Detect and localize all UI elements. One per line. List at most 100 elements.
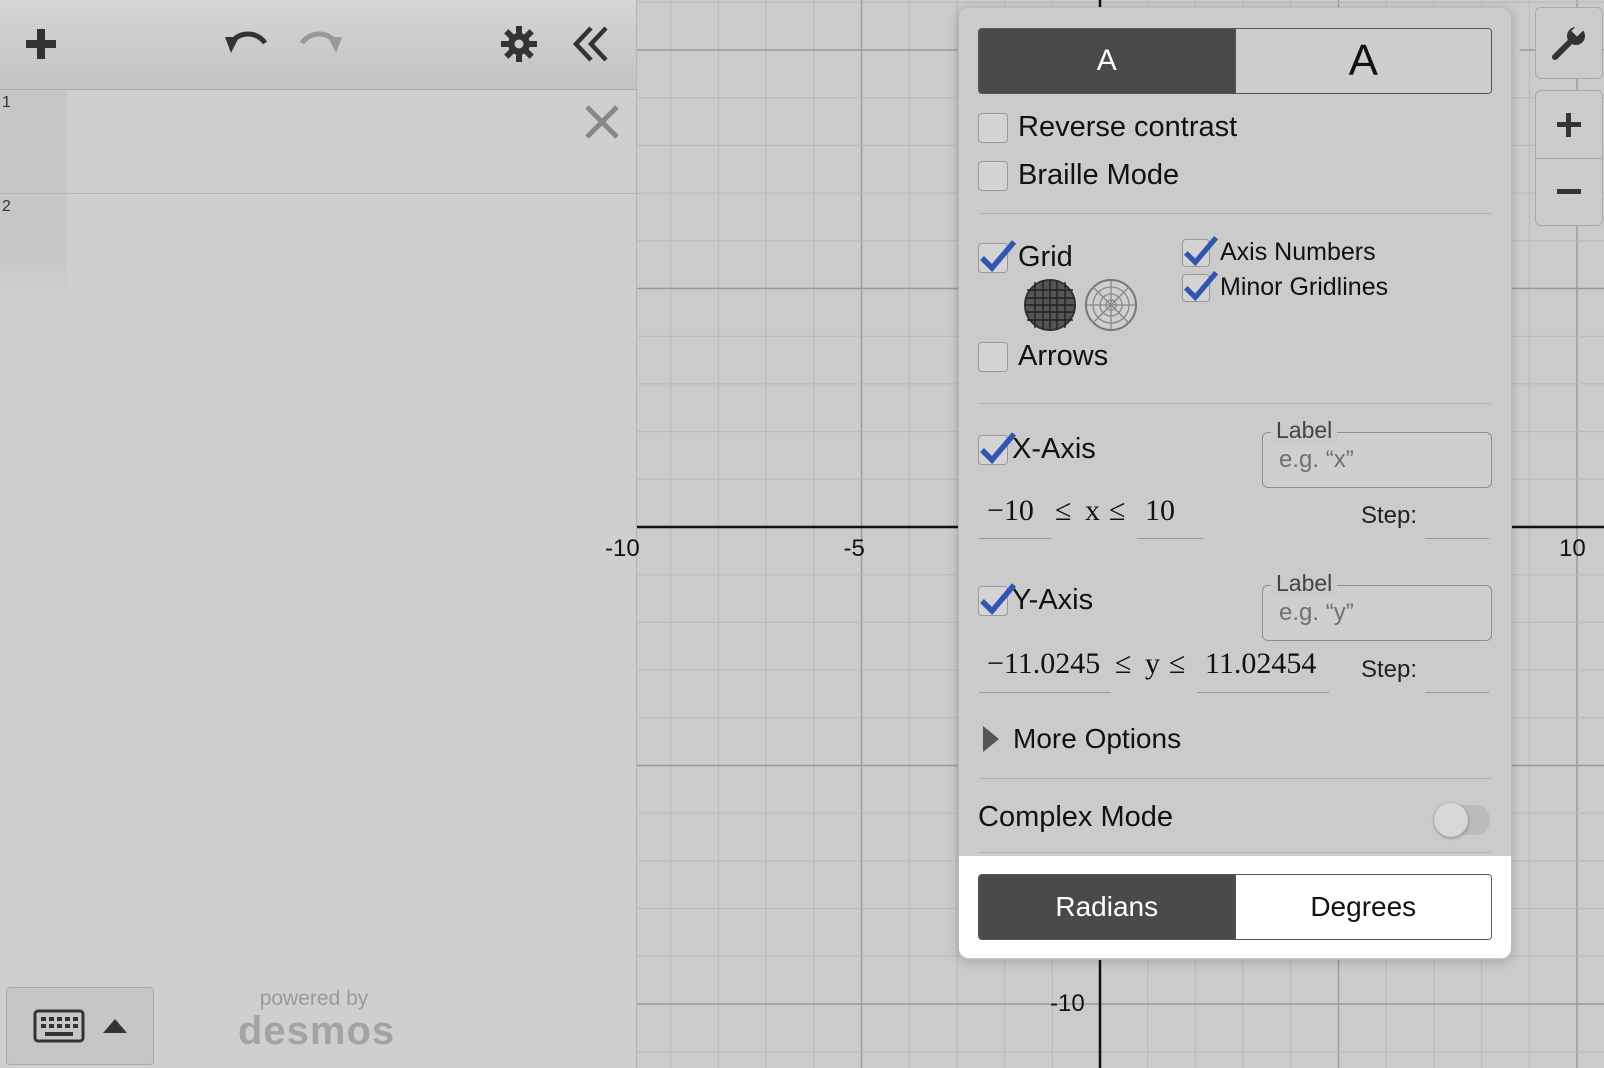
y-axis-label: Y-Axis	[1012, 584, 1094, 616]
x-axis-checkbox[interactable]: X-Axis	[978, 431, 1096, 466]
y-variable: y	[1145, 647, 1160, 680]
check-icon	[980, 431, 1017, 464]
leq-symbol: ≤	[1169, 647, 1186, 680]
y-axis-label-legend: Label	[1271, 570, 1338, 597]
expression-panel: 1 2 powered by desmos	[0, 0, 637, 1068]
expression-number: 2	[2, 198, 11, 215]
zoom-out-button[interactable]	[1536, 158, 1602, 225]
more-options-label: More Options	[1013, 723, 1182, 754]
powered-by-text: powered by	[259, 987, 369, 1010]
x-max-underline	[1137, 538, 1203, 539]
collapse-panel-button[interactable]	[565, 18, 617, 70]
x-step-label: Step:	[1361, 502, 1418, 529]
keyboard-icon	[33, 1009, 85, 1043]
graph-settings-button[interactable]	[1535, 7, 1603, 79]
check-icon	[980, 582, 1017, 615]
checkbox-box	[1182, 235, 1219, 267]
radians-option[interactable]: Radians	[979, 875, 1235, 939]
plus-icon	[26, 29, 56, 59]
caret-right-icon	[983, 726, 999, 752]
y-tick-label: -10	[1050, 990, 1085, 1017]
y-max-value[interactable]: 11.02454	[1205, 647, 1316, 681]
expression-toolbar	[0, 0, 636, 90]
cartesian-grid-icon[interactable]	[1023, 278, 1077, 332]
gear-icon	[501, 26, 537, 62]
plus-icon	[1557, 112, 1581, 137]
angle-mode-area: Radians Degrees	[959, 856, 1511, 958]
checkbox-box	[978, 431, 1017, 465]
text-size-toggle: A A	[978, 28, 1492, 94]
expression-input[interactable]	[67, 90, 636, 193]
expression-number: 1	[2, 94, 11, 111]
minor-gridlines-checkbox[interactable]: Minor Gridlines	[1182, 270, 1389, 302]
arrows-label: Arrows	[1018, 340, 1109, 372]
degrees-option[interactable]: Degrees	[1235, 875, 1491, 939]
small-text-option[interactable]: A	[979, 29, 1235, 93]
x-axis-label-field: Label	[1262, 417, 1492, 488]
x-min-underline	[979, 538, 1051, 539]
minor-gridlines-label: Minor Gridlines	[1220, 273, 1389, 301]
leq-symbol: ≤	[1109, 494, 1126, 527]
checkbox-box	[978, 341, 1008, 372]
x-axis-label-legend: Label	[1271, 417, 1338, 444]
x-axis-label: X-Axis	[1012, 433, 1096, 465]
wrench-icon	[1552, 25, 1585, 60]
polar-grid-icon[interactable]	[1084, 278, 1138, 332]
x-tick-label: 10	[1559, 535, 1586, 562]
reverse-contrast-label: Reverse contrast	[1018, 111, 1238, 143]
y-max-underline	[1197, 692, 1329, 693]
add-item-button[interactable]	[15, 18, 67, 70]
y-axis-checkbox[interactable]: Y-Axis	[978, 582, 1094, 617]
grid-checkbox[interactable]: Grid	[978, 239, 1073, 274]
braille-mode-checkbox[interactable]: Braille Mode	[978, 159, 1179, 192]
redo-button[interactable]	[294, 18, 346, 70]
more-options-toggle[interactable]: More Options	[983, 723, 1181, 755]
checkbox-box	[978, 582, 1017, 616]
x-min-value[interactable]: −10	[987, 494, 1034, 528]
divider	[979, 403, 1491, 404]
zoom-controls	[1535, 90, 1603, 226]
y-step-label: Step:	[1361, 656, 1418, 683]
complex-mode-toggle[interactable]	[1434, 803, 1490, 837]
redo-icon	[299, 31, 342, 53]
expression-gutter[interactable]: 2	[0, 194, 67, 294]
axis-numbers-label: Axis Numbers	[1220, 238, 1376, 266]
x-tick-label: -10	[605, 535, 640, 562]
keypad-toggle-button[interactable]	[6, 987, 154, 1065]
x-tick-label: -5	[843, 535, 865, 562]
y-step-input[interactable]	[1425, 692, 1489, 693]
minus-icon	[1557, 188, 1581, 194]
expression-input[interactable]	[67, 194, 636, 294]
undo-icon	[225, 31, 268, 53]
y-min-value[interactable]: −11.0245	[987, 647, 1100, 681]
undo-button[interactable]	[221, 18, 273, 70]
expression-row: 1	[0, 90, 636, 194]
arrows-checkbox[interactable]: Arrows	[978, 340, 1108, 373]
zoom-in-button[interactable]	[1536, 91, 1602, 159]
braille-mode-label: Braille Mode	[1018, 159, 1180, 191]
y-min-underline	[979, 692, 1111, 693]
check-icon	[980, 239, 1017, 272]
large-text-option[interactable]: A	[1235, 29, 1491, 93]
desmos-logo: desmos	[238, 1009, 396, 1053]
graph-settings-panel: A A Reverse contrast Braille Mode Grid A…	[958, 7, 1512, 960]
close-icon[interactable]	[582, 102, 622, 142]
x-max-value[interactable]: 10	[1145, 494, 1175, 528]
complex-mode-label: Complex Mode	[978, 801, 1174, 833]
checkbox-box	[978, 239, 1017, 273]
axis-numbers-checkbox[interactable]: Axis Numbers	[1182, 235, 1376, 267]
powered-by-desmos[interactable]: powered by desmos	[238, 987, 396, 1053]
check-icon	[1183, 235, 1219, 266]
checkbox-box	[1182, 270, 1219, 302]
x-axis-label-input[interactable]	[1277, 445, 1471, 475]
x-variable: x	[1085, 494, 1100, 527]
double-chevron-left-icon	[572, 26, 608, 62]
checkbox-box	[978, 112, 1008, 143]
angle-mode-toggle: Radians Degrees	[978, 874, 1492, 940]
reverse-contrast-checkbox[interactable]: Reverse contrast	[978, 111, 1237, 144]
y-axis-label-input[interactable]	[1277, 598, 1471, 628]
settings-button[interactable]	[493, 18, 545, 70]
x-step-input[interactable]	[1425, 538, 1489, 539]
expression-gutter[interactable]: 1	[0, 90, 67, 193]
leq-symbol: ≤	[1115, 647, 1132, 680]
